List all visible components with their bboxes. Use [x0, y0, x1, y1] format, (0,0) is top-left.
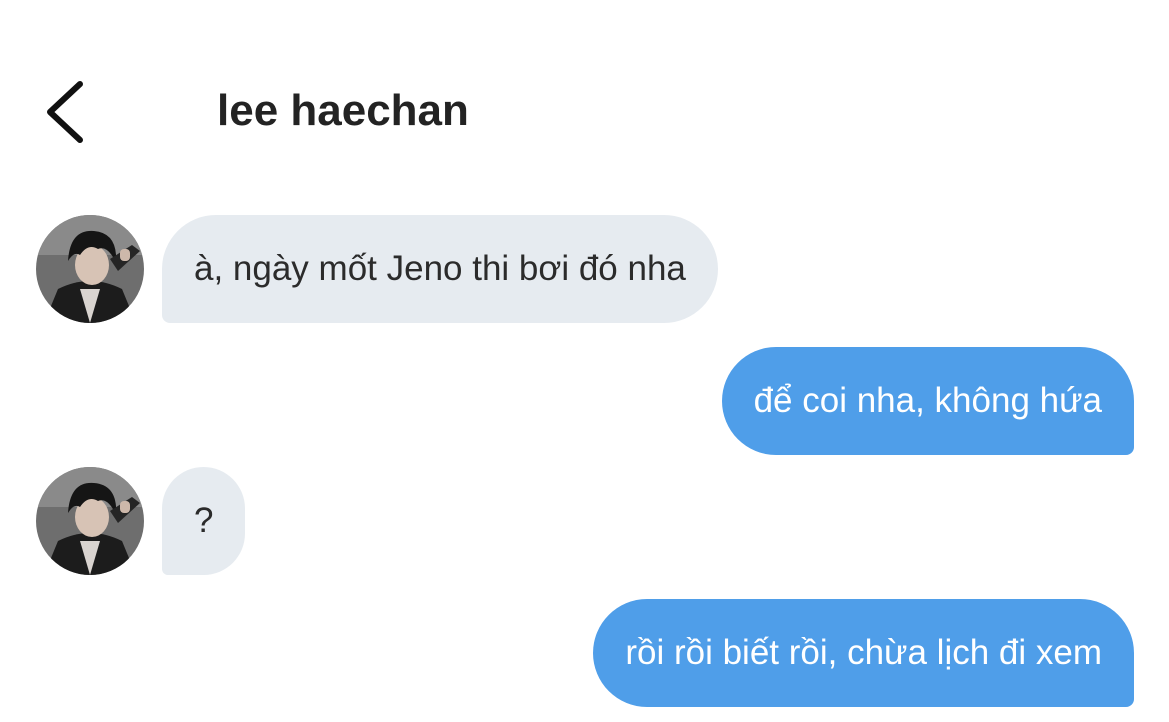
- conversation-title: lee haechan: [217, 86, 469, 135]
- message-bubble[interactable]: rồi rồi biết rồi, chừa lịch đi xem: [593, 599, 1134, 707]
- avatar[interactable]: [36, 467, 144, 575]
- back-button[interactable]: [30, 70, 110, 154]
- chevron-left-icon: [47, 81, 83, 143]
- message-bubble[interactable]: để coi nha, không hứa: [721, 347, 1134, 455]
- message-bubble[interactable]: à, ngày mốt Jeno thi bơi đó nha: [162, 215, 718, 323]
- avatar[interactable]: [36, 215, 144, 323]
- message-bubble[interactable]: ?: [162, 467, 246, 575]
